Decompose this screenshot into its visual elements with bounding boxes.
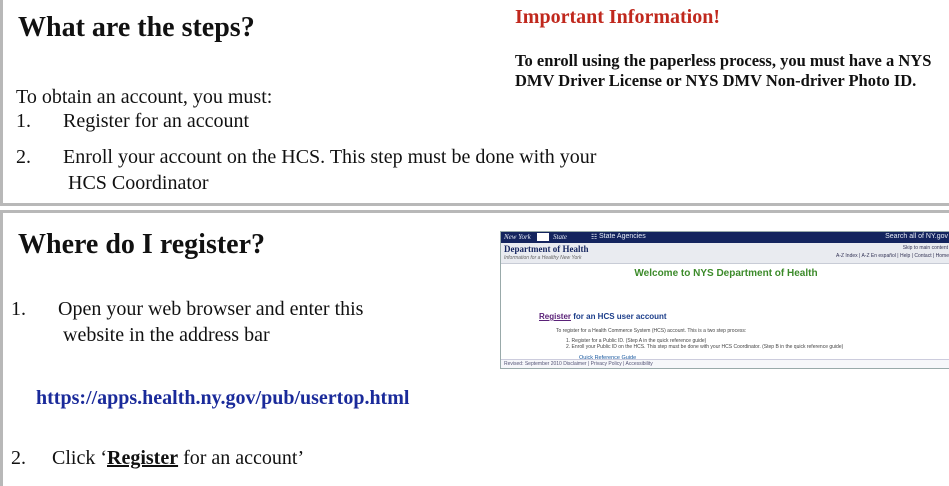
doh-subtitle: Information for a Healthy New York [504, 255, 582, 261]
register-url[interactable]: https://apps.health.ny.gov/pub/usertop.h… [36, 387, 409, 410]
important-title: Important Information! [515, 6, 720, 28]
register-step-2-suffix: for an account’ [178, 447, 305, 469]
register-step-1-num: 1. [11, 298, 26, 320]
steps-heading: What are the steps? [18, 12, 255, 43]
step-1-num: 1. [16, 110, 31, 132]
register-step-1-line2: website in the address bar [63, 324, 270, 346]
nys-state-word: State [553, 233, 567, 241]
nys-top-bar: New York State ☷ State Agencies Search a… [501, 232, 949, 243]
grid-icon: ☷ [591, 234, 598, 241]
hcs-register-link: Register [539, 312, 572, 321]
search-nygov: Search all of NY.gov [885, 233, 948, 240]
thumb-line-3: 2. Enroll your Public ID on the HCS. Thi… [566, 344, 844, 350]
skip-link: Skip to main content [902, 245, 948, 251]
doh-links: A-Z Index | A-Z En español | Help | Cont… [835, 253, 949, 259]
state-agencies-link: State Agencies [599, 233, 646, 240]
register-word: Register [107, 447, 179, 469]
register-step-2: 2. Click ‘Register for an account’ [11, 447, 304, 470]
doh-welcome: Welcome to NYS Department of Health [634, 268, 818, 279]
register-step-2-num: 2. [11, 447, 26, 469]
steps-intro: To obtain an account, you must: [16, 86, 273, 108]
doh-footer-text: Revised: September 2010 Disclaimer | Pri… [504, 361, 653, 367]
nys-wordmark: New York [504, 233, 531, 241]
important-text: To enroll using the paperless process, y… [515, 51, 932, 90]
website-screenshot: New York State ☷ State Agencies Search a… [500, 231, 949, 369]
register-step-2-prefix: Click ‘ [52, 447, 107, 469]
step-2-continuation: HCS Coordinator [68, 172, 209, 194]
step-1-text: Register for an account [63, 110, 250, 132]
register-step-1-line1: Open your web browser and enter this [58, 298, 364, 320]
register-panel: Where do I register? 1. Open your web br… [0, 210, 949, 486]
register-heading: Where do I register? [18, 229, 266, 260]
doh-title: Department of Health [504, 244, 589, 254]
step-2-num: 2. [16, 146, 31, 168]
thumb-line-1: To register for a Health Commerce System… [556, 328, 747, 334]
step-2-text: Enroll your account on the HCS. This ste… [63, 146, 597, 168]
steps-panel: What are the steps? To obtain an account… [0, 0, 949, 206]
hcs-register-rest: for an HCS user account [571, 312, 667, 321]
doh-footer: Revised: September 2010 Disclaimer | Pri… [501, 359, 949, 368]
hcs-register-heading: Register for an HCS user account [539, 312, 667, 321]
ny-map-icon [537, 233, 549, 241]
